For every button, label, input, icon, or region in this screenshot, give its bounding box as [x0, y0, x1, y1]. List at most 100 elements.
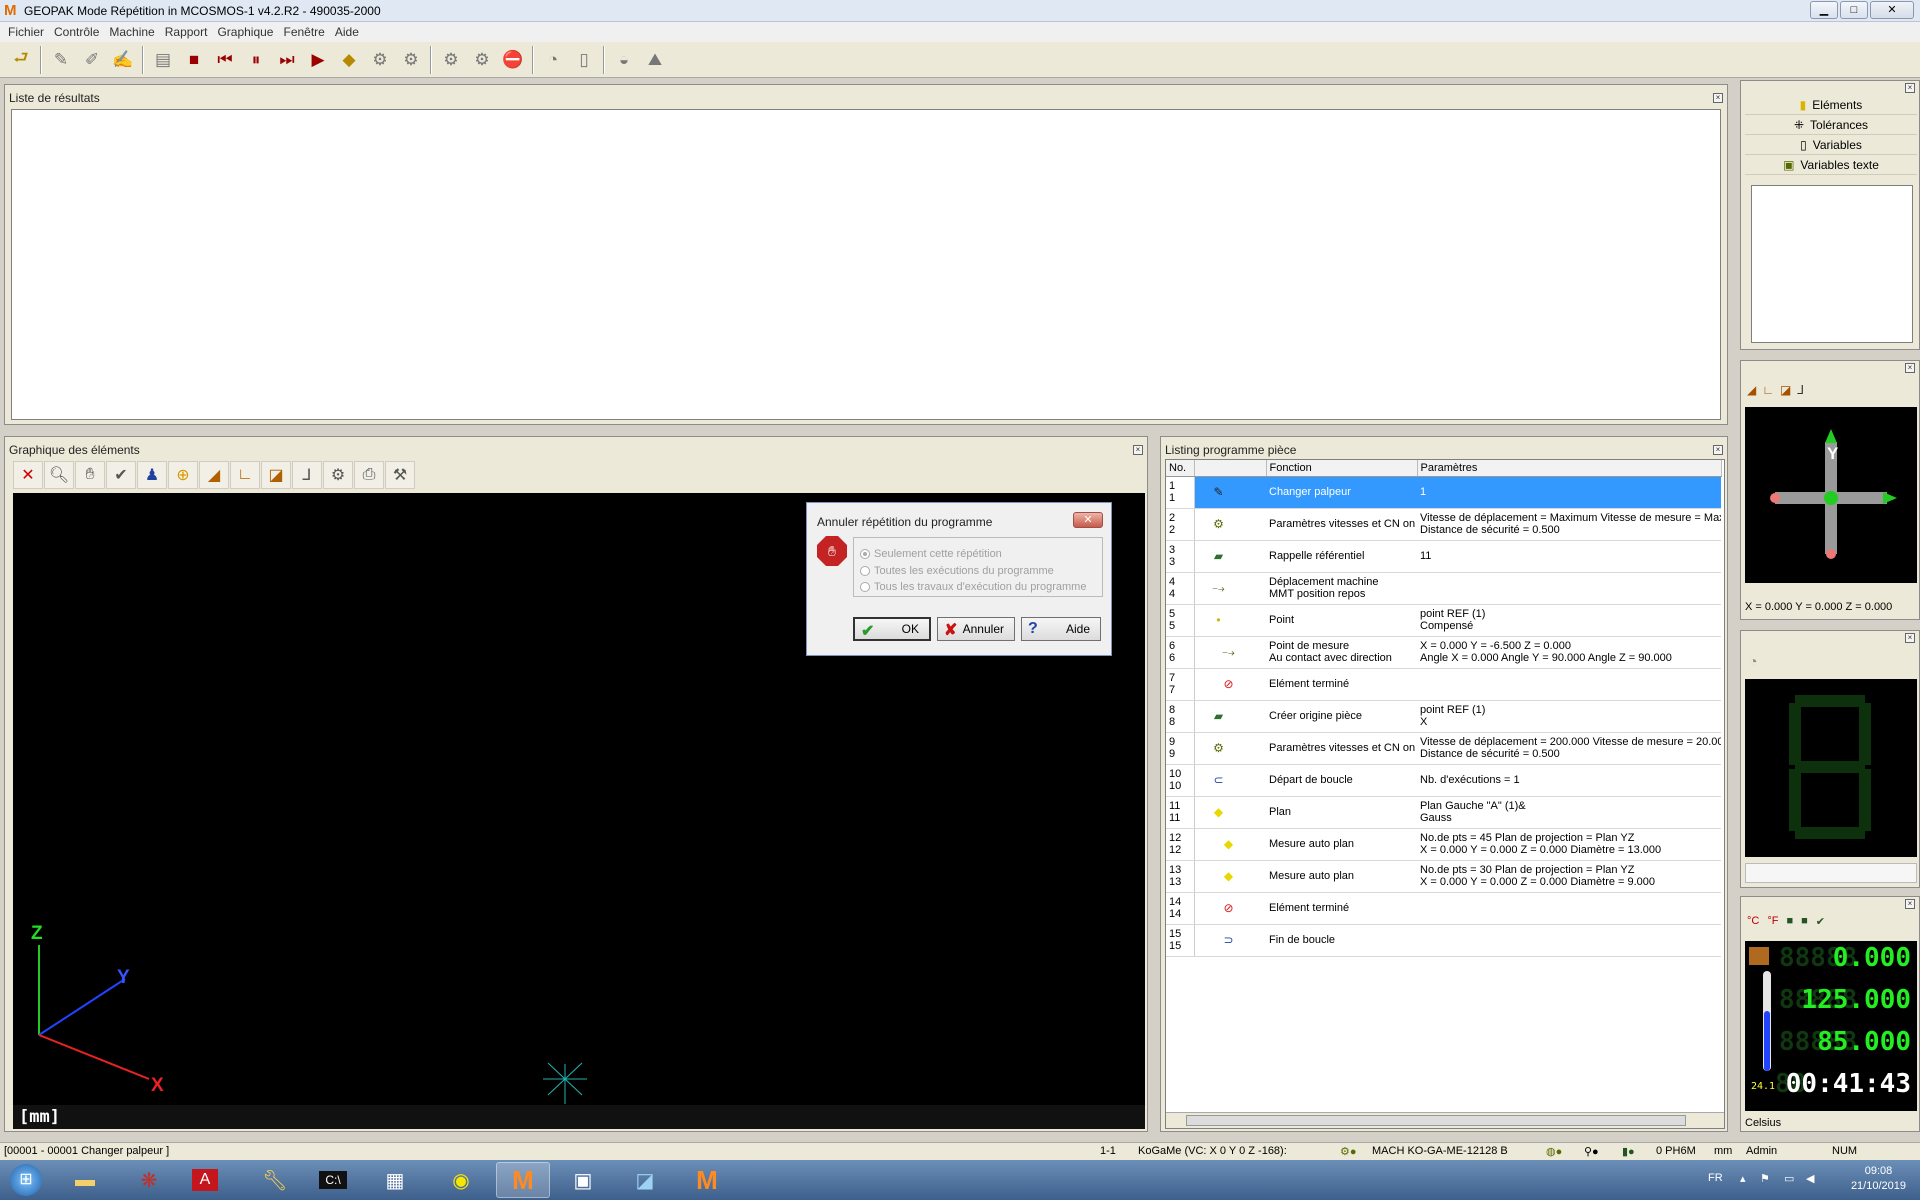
sensor-alt-icon[interactable]: ■ — [1801, 915, 1808, 928]
tray-volume-icon[interactable]: ◀ — [1806, 1172, 1814, 1185]
pan-hand-icon[interactable]: ✋︎ — [75, 461, 105, 489]
view-side-icon[interactable]: ∟ — [230, 461, 260, 489]
table-row[interactable]: 15 15 ⊃ Fin de boucle — [1166, 924, 1721, 957]
table-row[interactable]: 4 4 ⤍ Déplacement machine MMT position repos — [1166, 572, 1721, 605]
settings-icon[interactable]: ⚙ — [323, 461, 353, 489]
close-icon[interactable]: × — [1905, 83, 1915, 93]
properties-icon[interactable]: ⚒ — [385, 461, 415, 489]
dialog-close-button[interactable]: ✕ — [1073, 512, 1103, 528]
pdf-reader-icon[interactable]: A — [178, 1162, 232, 1198]
close-icon[interactable]: × — [1713, 445, 1723, 455]
view-side-icon[interactable]: ∟ — [1762, 383, 1774, 397]
table-row[interactable]: 8 8 ▰ Créer origine pièce point REF (1) X — [1166, 700, 1721, 733]
probe-icon[interactable]: ✎ — [46, 45, 76, 75]
figure-icon[interactable]: ♟ — [137, 461, 167, 489]
cancel-button[interactable]: ✘ Annuler — [937, 617, 1015, 641]
program-listing[interactable]: No. Fonction Paramètres 1 1 ✎ Changer palpe… — [1165, 459, 1725, 1129]
tab-variables-texte[interactable]: ▣ Variables texte — [1745, 155, 1917, 175]
next-step-icon[interactable]: ⏭ — [272, 45, 302, 75]
help-button[interactable]: ? Aide — [1021, 617, 1101, 641]
close-button[interactable]: ✕ — [1870, 1, 1914, 19]
ruler-icon[interactable]: ▯ — [569, 45, 599, 75]
pause-icon[interactable]: ⏸ — [241, 45, 271, 75]
notepad-app-icon[interactable]: ◪ — [618, 1162, 672, 1198]
language-indicator[interactable]: FR — [1708, 1172, 1723, 1184]
play-icon[interactable]: ▶ — [303, 45, 333, 75]
table-row[interactable]: 2 2 ⚙ Paramètres vitesses et CN on Vitesse d… — [1166, 508, 1721, 541]
clock[interactable]: 09:08 21/10/2019 — [1851, 1164, 1906, 1194]
table-row[interactable]: 14 14 ⊘ Elément terminé — [1166, 892, 1721, 925]
table-row[interactable]: 11 11 ◆ Plan Plan Gauche "A" (1)& Gauss — [1166, 796, 1721, 829]
scroll-thumb[interactable] — [1186, 1115, 1686, 1126]
zoom-icon[interactable]: 🔍︎ — [44, 461, 74, 489]
view-top-icon[interactable]: ◪ — [1780, 383, 1791, 397]
menu-graphique[interactable]: Graphique — [213, 25, 277, 39]
option-all-jobs[interactable]: Tous les travaux d'exécution du programm… — [860, 581, 1086, 593]
network-app-icon[interactable]: ▦ — [368, 1162, 422, 1198]
calibrate-icon[interactable]: ✔ — [1816, 915, 1825, 928]
option-this-repetition[interactable]: Seulement cette répétition — [860, 548, 1002, 560]
celsius-button[interactable]: °C — [1747, 915, 1759, 928]
probe-change-icon[interactable]: ✐ — [77, 45, 107, 75]
target-icon[interactable]: ⊕ — [168, 461, 198, 489]
menu-fenetre[interactable]: Fenêtre — [279, 25, 328, 39]
mcosmos-app-icon[interactable]: M — [496, 1162, 550, 1198]
menu-rapport[interactable]: Rapport — [161, 25, 212, 39]
col-fonction[interactable]: Fonction — [1266, 460, 1418, 477]
stop-gear-icon[interactable]: ⛔ — [498, 45, 528, 75]
gear-icon[interactable]: ⚙ — [365, 45, 395, 75]
tray-flag-icon[interactable]: ⚑ — [1760, 1172, 1770, 1185]
table-row[interactable]: 1 1 ✎ Changer palpeur 1 — [1166, 476, 1721, 509]
wrench-app-icon[interactable]: 🔧︎ — [248, 1162, 302, 1198]
close-icon[interactable]: × — [1905, 633, 1915, 643]
chat-app-icon[interactable]: ◉ — [434, 1162, 488, 1198]
maximize-button[interactable]: □ — [1840, 1, 1868, 19]
sensor-icon[interactable]: ■ — [1786, 915, 1793, 928]
menu-controle[interactable]: Contrôle — [50, 25, 103, 39]
check-icon[interactable]: ✔ — [106, 461, 136, 489]
gear-multi-alt-icon[interactable]: ⚙ — [467, 45, 497, 75]
results-list[interactable] — [11, 109, 1721, 420]
print-icon[interactable]: ⎙ — [354, 461, 384, 489]
col-no[interactable]: No. — [1166, 460, 1195, 477]
reset-view-icon[interactable]: ✕ — [13, 461, 43, 489]
menu-aide[interactable]: Aide — [331, 25, 363, 39]
explorer-icon[interactable]: ▬ — [58, 1162, 112, 1198]
terminal-icon[interactable]: C:\ — [306, 1162, 360, 1198]
mcosmos-alt-app-icon[interactable]: M — [680, 1162, 734, 1198]
table-row[interactable]: 3 3 ▰ Rappelle référentiel 11 — [1166, 540, 1721, 573]
table-row[interactable]: 10 10 ⊂ Départ de boucle Nb. d'exécutions = … — [1166, 764, 1721, 797]
table-row[interactable]: 6 6 ⤍ Point de mesure Au contact avec direct… — [1166, 636, 1721, 669]
first-step-icon[interactable]: ⏮ — [210, 45, 240, 75]
option-all-executions[interactable]: Toutes les exécutions du programme — [860, 565, 1054, 577]
view-3d-icon[interactable]: ⅃ — [1797, 383, 1804, 397]
close-icon[interactable]: × — [1713, 93, 1723, 103]
menu-machine[interactable]: Machine — [105, 25, 158, 39]
view-front-icon[interactable]: ◢ — [199, 461, 229, 489]
tab-elements[interactable]: ▮ Eléments — [1745, 95, 1917, 115]
ok-button[interactable]: ✔ OK — [853, 617, 931, 641]
elements-list[interactable] — [1751, 185, 1913, 343]
start-button[interactable]: ⊞ — [2, 1162, 50, 1198]
table-row[interactable]: 7 7 ⊘ Elément terminé — [1166, 668, 1721, 701]
window-app-icon[interactable]: ▣ — [556, 1162, 610, 1198]
table-row[interactable]: 12 12 ◆ Mesure auto plan No.de pts = 45 Plan… — [1166, 828, 1721, 861]
fahrenheit-button[interactable]: °F — [1767, 915, 1778, 928]
horizontal-scrollbar[interactable] — [1166, 1112, 1724, 1128]
view-front-icon[interactable]: ◢ — [1747, 383, 1756, 397]
gear-alt-icon[interactable]: ⚙ — [396, 45, 426, 75]
exit-icon[interactable]: ⮐ — [6, 45, 36, 75]
close-icon[interactable]: × — [1133, 445, 1143, 455]
stairs-icon[interactable]: ⛰ — [640, 45, 670, 75]
menu-fichier[interactable]: Fichier — [4, 25, 48, 39]
view-top-icon[interactable]: ◪ — [261, 461, 291, 489]
tab-variables[interactable]: ▯ Variables — [1745, 135, 1917, 155]
table-row[interactable]: 13 13 ◆ Mesure auto plan No.de pts = 30 Plan… — [1166, 860, 1721, 893]
close-icon[interactable]: × — [1905, 899, 1915, 909]
tab-tolerances[interactable]: ⁜ Tolérances — [1745, 115, 1917, 135]
tray-arrow-icon[interactable]: ▴ — [1740, 1172, 1746, 1185]
program-icon[interactable]: ▤ — [148, 45, 178, 75]
warning-skip-icon[interactable]: ◆ — [334, 45, 364, 75]
sphere-icon[interactable]: ◒ — [609, 45, 639, 75]
dots-app-icon[interactable]: ❋ — [122, 1162, 176, 1198]
